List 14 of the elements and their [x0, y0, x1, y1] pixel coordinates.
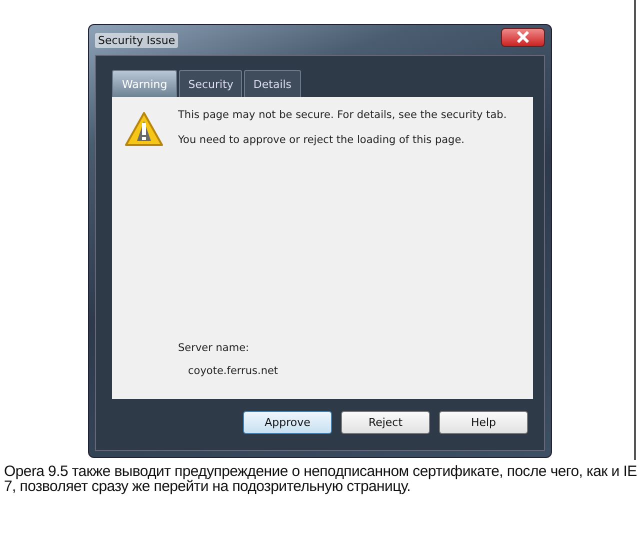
message-text: You need to approve or reject the loading of this page. [178, 134, 466, 146]
tab[interactable]: Security [179, 70, 242, 97]
tab[interactable]: Details [244, 70, 301, 97]
message-text: This page may not be secure. For details, see the security tab. [178, 109, 507, 121]
window-title: Security Issue [95, 32, 178, 48]
dialog-button[interactable]: Approve [243, 411, 332, 434]
warning-icon [124, 111, 164, 147]
close-button[interactable] [501, 28, 545, 46]
server-value: coyote.ferrus.net [187, 365, 280, 377]
close-icon [516, 31, 530, 43]
server-label: Server name: [178, 342, 250, 354]
caption-text: Opera 9.5 также выводит предупреждение о неподписанном сертификате, после чего, как и IE 7, позволяет сразу же перейти на подозрительную страницу. [4, 464, 638, 494]
dialog-button[interactable]: Help [439, 411, 528, 434]
dialog-button[interactable]: Reject [341, 411, 430, 434]
